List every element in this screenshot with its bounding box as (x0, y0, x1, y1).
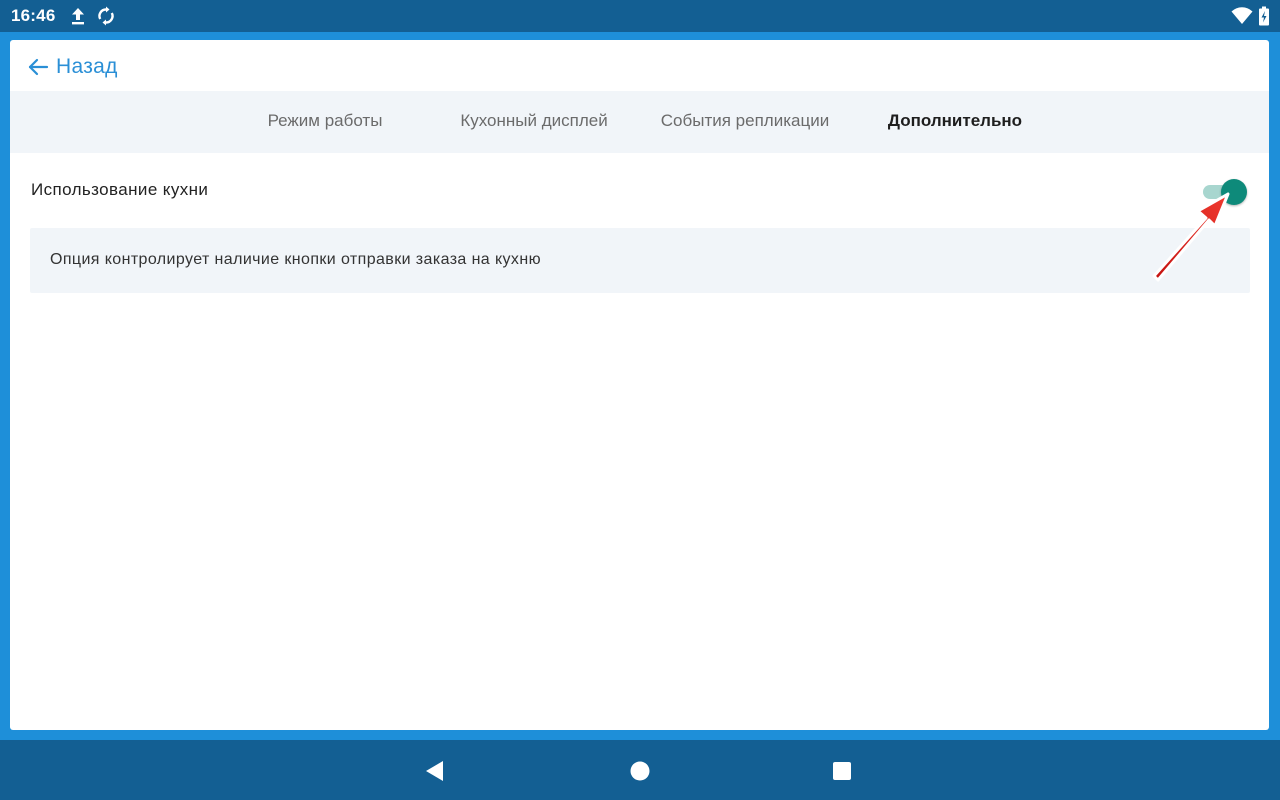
battery-charging-icon (1259, 6, 1269, 26)
back-label: Назад (56, 55, 118, 78)
kitchen-usage-description-box: Опция контролирует наличие кнопки отправ… (30, 228, 1250, 293)
status-bar: 16:46 (0, 0, 1280, 32)
home-circle-icon (630, 761, 650, 781)
kitchen-usage-toggle[interactable] (1203, 179, 1247, 205)
tab-operating-mode[interactable]: Режим работы (245, 91, 405, 153)
back-button[interactable]: Назад (26, 52, 118, 82)
tab-bar: Режим работы Кухонный дисплей События ре… (10, 91, 1269, 153)
setting-row-kitchen-usage: Использование кухни (10, 153, 1269, 227)
kitchen-usage-description: Опция контролирует наличие кнопки отправ… (50, 251, 541, 268)
back-triangle-icon (426, 761, 443, 781)
settings-card: Назад Режим работы Кухонный дисплей Собы… (10, 40, 1269, 730)
upload-icon (72, 8, 84, 25)
tab-replication-events[interactable]: События репликации (650, 91, 840, 153)
status-time: 16:46 (11, 6, 56, 25)
kitchen-usage-label: Использование кухни (31, 180, 209, 199)
tab-additional[interactable]: Дополнительно (880, 91, 1030, 153)
nav-recents-button[interactable] (829, 758, 855, 784)
tab-kitchen-display[interactable]: Кухонный дисплей (450, 91, 618, 153)
sync-icon (98, 6, 114, 26)
nav-back-button[interactable] (422, 758, 448, 784)
navigation-bar (0, 740, 1280, 800)
toggle-thumb (1221, 179, 1247, 205)
nav-home-button[interactable] (627, 758, 653, 784)
wifi-icon (1231, 7, 1253, 24)
arrow-left-icon (28, 58, 49, 76)
recents-square-icon (833, 762, 851, 780)
